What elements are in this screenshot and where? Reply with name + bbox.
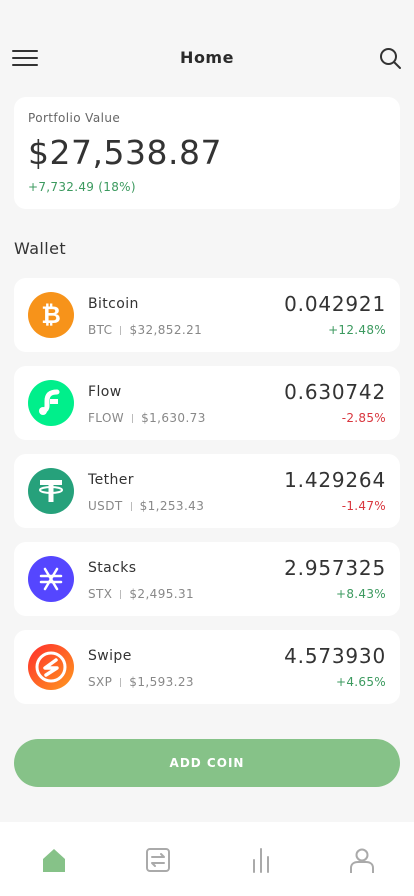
home-icon[interactable] [40, 846, 68, 874]
coin-meta: USDT $1,253.43 [88, 499, 204, 513]
coin-row-stacks[interactable]: Stacks STX $2,495.31 2.957325 +8.43% [14, 542, 400, 616]
coin-symbol: SXP [88, 675, 113, 689]
coin-name: Bitcoin [88, 296, 139, 312]
app-header: Home [0, 38, 414, 78]
coin-change: +4.65% [336, 675, 386, 689]
coin-price: $1,630.73 [141, 411, 206, 425]
coin-amount: 0.630742 [284, 380, 386, 404]
coin-symbol: STX [88, 587, 113, 601]
coin-meta: STX $2,495.31 [88, 587, 194, 601]
coin-price: $1,593.23 [129, 675, 194, 689]
stacks-icon [28, 556, 74, 602]
portfolio-label: Portfolio Value [28, 111, 121, 125]
search-icon[interactable] [378, 46, 402, 70]
swipe-icon [28, 644, 74, 690]
coin-price: $1,253.43 [139, 499, 205, 513]
coin-name: Stacks [88, 560, 137, 576]
coin-row-tether[interactable]: Tether USDT $1,253.43 1.429264 -1.47% [14, 454, 400, 528]
coin-price: $32,852.21 [129, 323, 203, 337]
coin-symbol: FLOW [88, 411, 125, 425]
coin-price: $2,495.31 [129, 587, 195, 601]
add-coin-button[interactable]: ADD COIN [14, 739, 400, 787]
meta-divider [132, 414, 134, 423]
coin-change: -2.85% [341, 411, 386, 425]
flow-icon [28, 380, 74, 426]
portfolio-change: +7,732.49 (18%) [28, 180, 136, 194]
coin-amount: 1.429264 [284, 468, 386, 492]
coin-meta: BTC $32,852.21 [88, 323, 202, 337]
coin-amount: 2.957325 [284, 556, 386, 580]
bitcoin-icon: ₿ [28, 292, 74, 338]
coin-change: +12.48% [328, 323, 386, 337]
coin-name: Swipe [88, 648, 132, 664]
portfolio-card: Portfolio Value $27,538.87 +7,732.49 (18… [14, 97, 400, 209]
portfolio-value: $27,538.87 [28, 133, 222, 172]
coin-row-flow[interactable]: Flow FLOW $1,630.73 0.630742 -2.85% [14, 366, 400, 440]
wallet-title: Wallet [14, 239, 67, 258]
bottom-tab-bar [0, 822, 414, 896]
coin-amount: 4.573930 [284, 644, 386, 668]
coin-symbol: USDT [88, 499, 123, 513]
meta-divider [130, 502, 132, 511]
coin-symbol: BTC [88, 323, 113, 337]
tether-icon [28, 468, 74, 514]
page-title: Home [180, 48, 234, 67]
coin-change: -1.47% [341, 499, 386, 513]
meta-divider [120, 590, 122, 599]
profile-icon[interactable] [348, 846, 376, 874]
coin-row-swipe[interactable]: Swipe SXP $1,593.23 4.573930 +4.65% [14, 630, 400, 704]
coin-amount: 0.042921 [284, 292, 386, 316]
meta-divider [120, 326, 122, 335]
coin-meta: SXP $1,593.23 [88, 675, 194, 689]
coin-name: Tether [88, 472, 134, 488]
coin-change: +8.43% [336, 587, 386, 601]
svg-text:₿: ₿ [41, 301, 61, 329]
coin-meta: FLOW $1,630.73 [88, 411, 206, 425]
meta-divider [120, 678, 122, 687]
coin-row-bitcoin[interactable]: ₿ Bitcoin BTC $32,852.21 0.042921 +12.48% [14, 278, 400, 352]
coin-name: Flow [88, 384, 122, 400]
chart-icon[interactable] [247, 846, 275, 874]
exchange-icon[interactable] [144, 846, 172, 874]
